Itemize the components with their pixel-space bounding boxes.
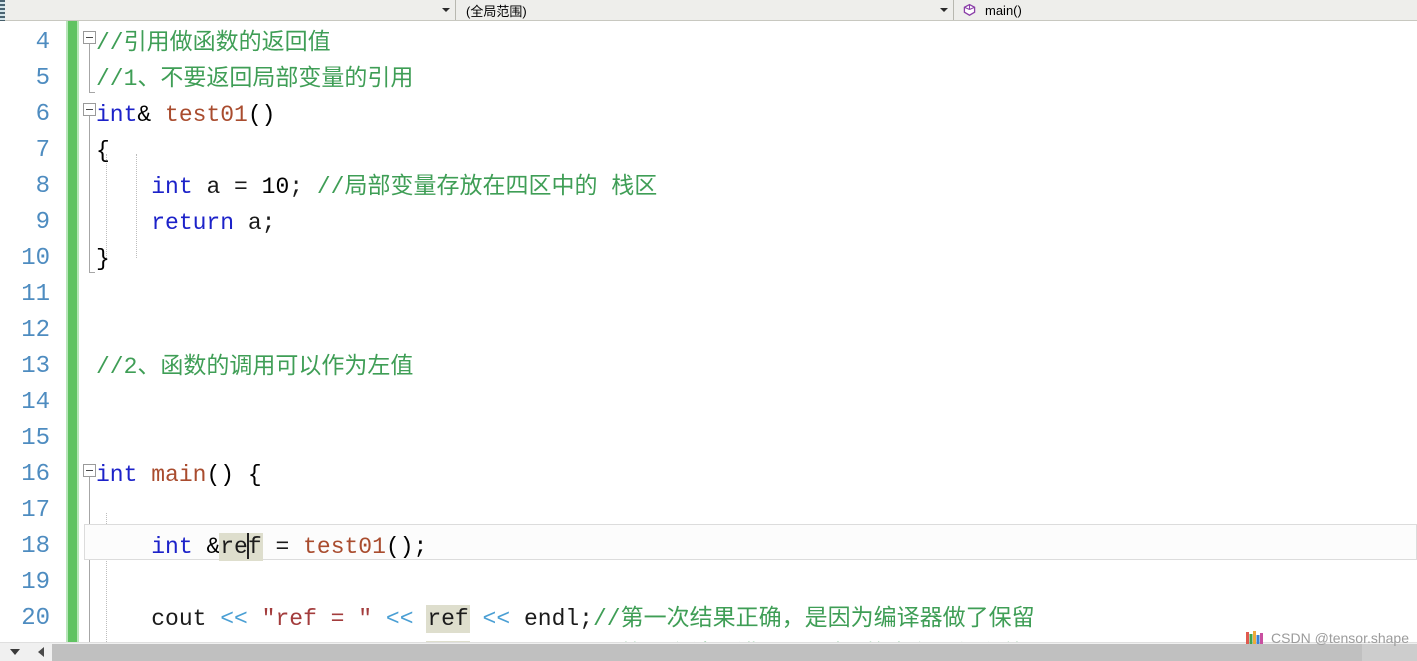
scope-combo[interactable]: (全局范围) bbox=[456, 0, 954, 20]
token-stream: << bbox=[385, 606, 414, 632]
token-highlight: ref bbox=[220, 533, 262, 560]
code-line[interactable]: cout << "ref = " << ref << endl;//第一次结果正… bbox=[0, 601, 1417, 637]
code-line[interactable]: int& test01() bbox=[0, 97, 1417, 133]
token-punctuation: { bbox=[96, 138, 110, 164]
token-plain: endl; bbox=[510, 606, 593, 632]
chevron-down-icon[interactable] bbox=[935, 8, 953, 12]
token-keyword: int bbox=[96, 462, 138, 488]
code-line[interactable]: } bbox=[0, 241, 1417, 277]
code-line-text[interactable]: int& test01() bbox=[96, 97, 275, 133]
code-line[interactable]: //引用做函数的返回值 bbox=[0, 25, 1417, 61]
horizontal-scroll-track[interactable] bbox=[52, 643, 1417, 661]
token-function: test01 bbox=[303, 534, 386, 560]
code-line[interactable]: int a = 10; //局部变量存放在四区中的 栈区 bbox=[0, 169, 1417, 205]
scroll-left-button[interactable] bbox=[30, 643, 52, 661]
token-comment: //引用做函数的返回值 bbox=[96, 30, 331, 56]
code-line[interactable]: { bbox=[0, 133, 1417, 169]
token-function: main bbox=[151, 462, 207, 488]
token-function: test01 bbox=[165, 102, 248, 128]
code-line-text[interactable]: return a; bbox=[96, 205, 275, 241]
token-comment: //1、不要返回局部变量的引用 bbox=[96, 66, 414, 92]
token-stream: << bbox=[220, 606, 248, 632]
code-line[interactable] bbox=[0, 565, 1417, 601]
token-operator: & bbox=[137, 102, 166, 128]
token-punctuation: () { bbox=[206, 462, 262, 488]
token-comment: //局部变量存放在四区中的 栈区 bbox=[316, 174, 658, 200]
token-punctuation: () bbox=[247, 102, 276, 128]
token-comment: //2、函数的调用可以作为左值 bbox=[96, 354, 414, 380]
code-line-text[interactable]: } bbox=[96, 241, 110, 277]
project-scope-combo[interactable] bbox=[0, 0, 456, 21]
code-line-text[interactable]: int &ref = test01(); bbox=[96, 529, 427, 565]
code-lines[interactable]: //引用做函数的返回值//1、不要返回局部变量的引用 int& test01(){… bbox=[0, 21, 1417, 642]
code-line-text[interactable]: { bbox=[96, 133, 110, 169]
scope-combo-value: (全局范围) bbox=[466, 3, 527, 19]
horizontal-scroll-thumb[interactable] bbox=[52, 643, 1363, 661]
code-line-text[interactable]: int main() { bbox=[96, 457, 262, 493]
code-line-text[interactable]: cout << "ref = " << ref << endl;//第一次结果正… bbox=[96, 601, 1035, 637]
token-plain: a; bbox=[234, 210, 276, 236]
code-line[interactable]: //1、不要返回局部变量的引用 bbox=[0, 61, 1417, 97]
code-line[interactable]: int main() { bbox=[0, 457, 1417, 493]
code-line[interactable] bbox=[0, 313, 1417, 349]
token-punctuation: } bbox=[96, 246, 110, 272]
token-operator: & bbox=[192, 534, 221, 560]
editor-window: (全局范围) main() 4 5 6 7 8 9 10 11 12 13 14 15 16 17 18 19… bbox=[0, 0, 1417, 661]
token-plain: a = bbox=[192, 174, 262, 200]
token-plain: cout bbox=[96, 606, 221, 632]
navigation-bar: (全局范围) main() bbox=[0, 0, 1417, 21]
code-line[interactable]: //2、函数的调用可以作为左值 bbox=[0, 349, 1417, 385]
code-line-text[interactable]: //引用做函数的返回值 bbox=[96, 25, 331, 61]
chevron-down-icon[interactable] bbox=[437, 8, 455, 12]
token-keyword: int bbox=[151, 174, 193, 200]
code-editor[interactable]: 456789101112131415161718192021 //引用做函数的返… bbox=[0, 21, 1417, 642]
token-plain: = bbox=[261, 534, 304, 560]
token-keyword: int bbox=[151, 534, 193, 560]
code-line-text[interactable]: int a = 10; //局部变量存放在四区中的 栈区 bbox=[96, 169, 657, 205]
code-line[interactable] bbox=[0, 385, 1417, 421]
code-line[interactable] bbox=[0, 421, 1417, 457]
horizontal-scrollbar[interactable] bbox=[0, 642, 1417, 661]
token-punctuation: (); bbox=[385, 534, 428, 560]
token-keyword: return bbox=[151, 210, 235, 236]
code-line-text[interactable]: //1、不要返回局部变量的引用 bbox=[96, 61, 413, 97]
token-number: 10 bbox=[261, 174, 290, 200]
method-icon bbox=[961, 2, 978, 19]
token-comment: //第一次结果正确，是因为编译器做了保留 bbox=[592, 606, 1035, 632]
code-line-text[interactable]: //2、函数的调用可以作为左值 bbox=[96, 349, 413, 385]
code-line[interactable] bbox=[0, 493, 1417, 529]
member-combo-value: main() bbox=[985, 2, 1022, 18]
token-keyword: int bbox=[96, 102, 138, 128]
code-line[interactable]: return a; bbox=[0, 205, 1417, 241]
code-line[interactable]: int &ref = test01(); bbox=[0, 529, 1417, 565]
token-stream: << bbox=[482, 606, 511, 632]
split-handle-icon[interactable] bbox=[0, 0, 5, 21]
token-string: "ref = " bbox=[261, 606, 373, 632]
scroll-down-button[interactable] bbox=[0, 643, 30, 661]
member-combo[interactable]: main() bbox=[954, 0, 1417, 20]
token-highlight: ref bbox=[427, 606, 469, 632]
token-plain: ; bbox=[289, 174, 317, 200]
code-line[interactable] bbox=[0, 277, 1417, 313]
